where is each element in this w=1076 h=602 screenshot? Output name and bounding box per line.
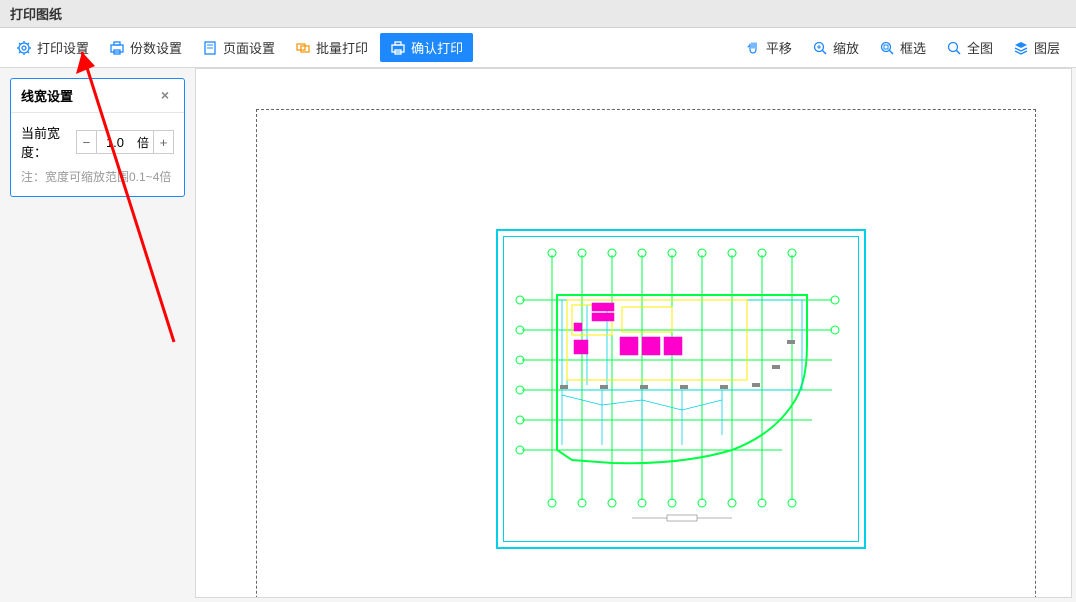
panel-title: 线宽设置 [21, 86, 73, 105]
width-row: 当前宽度： − 1.0 倍 + [21, 123, 174, 161]
content-area: 线宽设置 × 当前宽度： − 1.0 倍 + 注：宽度可缩放范围0.1~4倍 [0, 68, 1076, 602]
copies-icon [109, 40, 125, 56]
printer-icon [390, 40, 406, 56]
page-settings-button[interactable]: 页面设置 [194, 34, 283, 61]
confirm-print-button[interactable]: 确认打印 [380, 33, 473, 62]
layer-button[interactable]: 图层 [1005, 34, 1068, 61]
floor-plan-drawing [512, 245, 852, 535]
panel-body: 当前宽度： − 1.0 倍 + 注：宽度可缩放范围0.1~4倍 [11, 113, 184, 196]
drawing-canvas[interactable] [195, 68, 1072, 598]
batch-print-button[interactable]: 批量打印 [287, 34, 376, 61]
box-select-button[interactable]: 框选 [871, 34, 934, 61]
width-label: 当前宽度： [21, 123, 72, 161]
toolbar-left-group: 打印设置 份数设置 页面设置 批量打印 确认打印 [8, 33, 473, 62]
toolbar-right-group: 平移 缩放 框选 全图 图层 [737, 34, 1068, 61]
page-icon [202, 40, 218, 56]
button-label: 份数设置 [130, 38, 182, 57]
zoom-button[interactable]: 缩放 [804, 34, 867, 61]
button-label: 全图 [967, 38, 993, 57]
width-stepper: − 1.0 倍 + [76, 130, 174, 154]
window-title: 打印图纸 [10, 4, 62, 23]
copies-settings-button[interactable]: 份数设置 [101, 34, 190, 61]
increment-button[interactable]: + [153, 131, 173, 153]
line-width-settings-panel: 线宽设置 × 当前宽度： − 1.0 倍 + 注：宽度可缩放范围0.1~4倍 [10, 78, 185, 197]
drawing-frame [496, 229, 866, 549]
button-label: 打印设置 [37, 38, 89, 57]
box-select-icon [879, 40, 895, 56]
button-label: 缩放 [833, 38, 859, 57]
side-panel: 线宽设置 × 当前宽度： − 1.0 倍 + 注：宽度可缩放范围0.1~4倍 [0, 68, 195, 602]
button-label: 图层 [1034, 38, 1060, 57]
batch-icon [295, 40, 311, 56]
toolbar: 打印设置 份数设置 页面设置 批量打印 确认打印 [0, 28, 1076, 68]
layer-icon [1013, 40, 1029, 56]
full-view-button[interactable]: 全图 [938, 34, 1001, 61]
width-note: 注：宽度可缩放范围0.1~4倍 [21, 169, 174, 186]
gear-icon [16, 40, 32, 56]
panel-header: 线宽设置 × [11, 79, 184, 113]
button-label: 批量打印 [316, 38, 368, 57]
pan-button[interactable]: 平移 [737, 34, 800, 61]
button-label: 平移 [766, 38, 792, 57]
width-value[interactable]: 1.0 [97, 133, 133, 152]
zoom-icon [812, 40, 828, 56]
width-unit: 倍 [133, 134, 153, 151]
button-label: 确认打印 [411, 38, 463, 57]
full-view-icon [946, 40, 962, 56]
pan-icon [745, 40, 761, 56]
decrement-button[interactable]: − [77, 131, 97, 153]
close-panel-button[interactable]: × [156, 87, 174, 105]
button-label: 页面设置 [223, 38, 275, 57]
button-label: 框选 [900, 38, 926, 57]
print-settings-button[interactable]: 打印设置 [8, 34, 97, 61]
title-bar: 打印图纸 [0, 0, 1076, 28]
